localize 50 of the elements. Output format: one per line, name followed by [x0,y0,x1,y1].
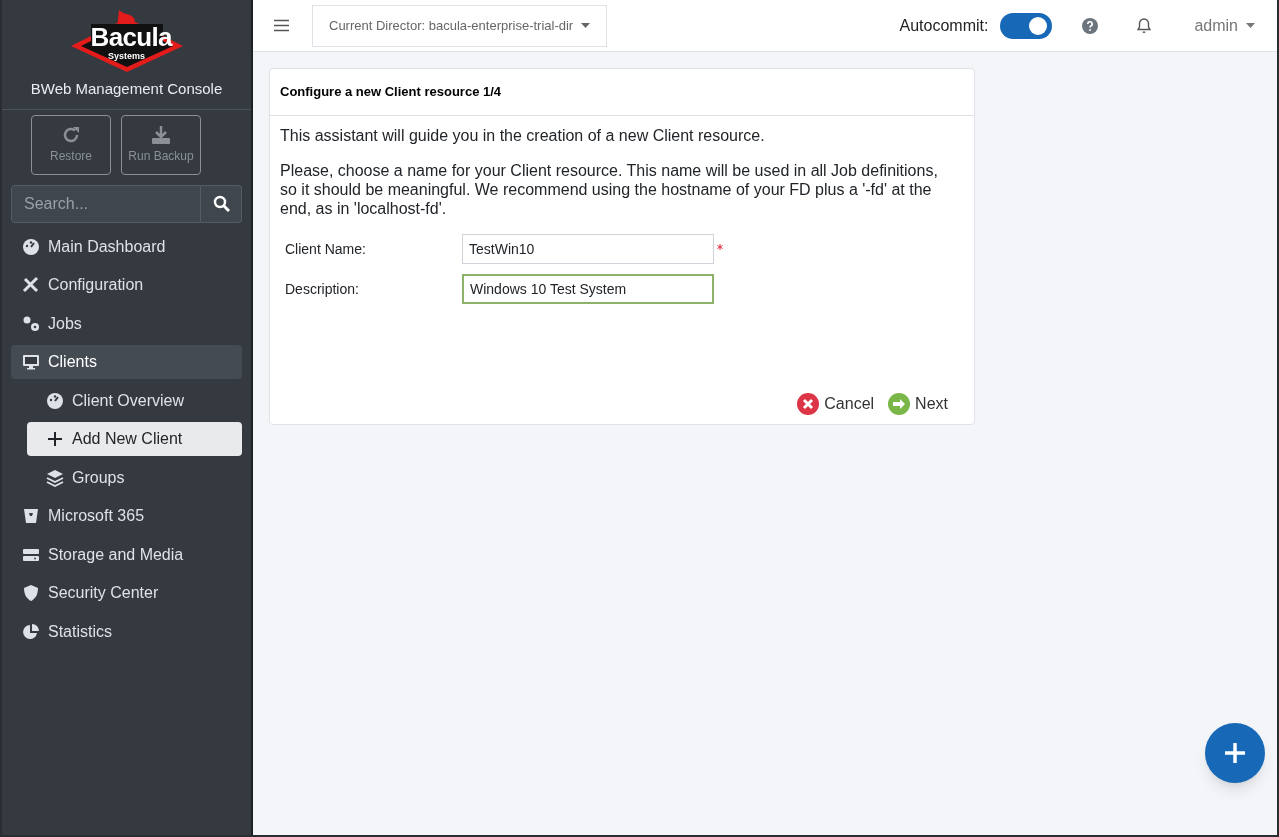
nav-item[interactable]: Statistics [11,614,242,649]
close-icon [797,393,820,415]
nav-item[interactable]: Security Center [11,576,242,610]
nav-item[interactable]: Jobs [11,306,242,341]
nav-item[interactable]: Storage and Media [11,537,242,572]
download-icon [150,124,172,145]
instruction-text: Please, choose a name for your Client resource. This name will be used in all Job definitions, so it should be meaningful. We recommend using the hostname of your FD plus a '-fd' at the end, as in 'localhost-fd'. [280,161,939,218]
gears-icon [22,314,40,333]
user-menu[interactable]: admin [1194,13,1255,38]
bucket-icon [22,507,40,525]
add-button[interactable] [1205,723,1265,783]
menu-icon [273,19,289,32]
cancel-button[interactable]: Cancel [797,392,875,416]
caret-icon [581,23,591,28]
plus-icon [1223,741,1247,765]
help-button[interactable] [1082,17,1099,34]
text-field[interactable]: Windows 10 Test System [462,274,714,304]
field-label: Client Name: [285,239,367,259]
gauge-icon [22,237,40,256]
plus-icon [46,430,64,448]
nav-item[interactable]: Microsoft 365 [11,499,242,533]
text-field[interactable]: TestWin10 [462,234,714,264]
caret-icon [1246,23,1255,28]
refresh-icon [61,124,81,145]
help-icon [1082,17,1099,34]
search-icon [212,195,230,212]
pie-chart-icon [22,622,40,641]
nav-item[interactable]: Configuration [11,268,242,302]
bell-icon [1136,17,1153,34]
autocommit-toggle[interactable] [1000,12,1053,39]
field-label: Description: [285,279,360,299]
notifications-button[interactable] [1136,17,1153,34]
next-button[interactable]: Next [888,392,948,416]
director-dropdown[interactable]: Current Director: bacula-enterprise-trial-dir [312,4,608,47]
nav-subitem[interactable]: Groups [27,460,242,495]
monitor-icon [22,353,40,371]
autocommit-label: Autocommit: [899,15,989,36]
nav-subitem[interactable]: Client Overview [27,383,242,418]
layers-icon [46,468,64,487]
tools-icon [22,276,40,294]
search-button[interactable] [201,184,242,223]
gauge-icon [46,391,64,410]
nav-subitem[interactable]: Add New Client [27,422,242,456]
wizard-title: Configure a new Client resource 1/4 [280,83,502,102]
search-field[interactable]: Search... [11,184,201,223]
console-title: BWeb Management Console [30,79,223,99]
nav-item[interactable]: Main Dashboard [11,229,242,264]
shield-icon [22,584,40,602]
nav-item[interactable]: Clients [11,345,242,379]
instruction-text: This assistant will guide you in the creation of a new Client resource. [280,126,766,145]
